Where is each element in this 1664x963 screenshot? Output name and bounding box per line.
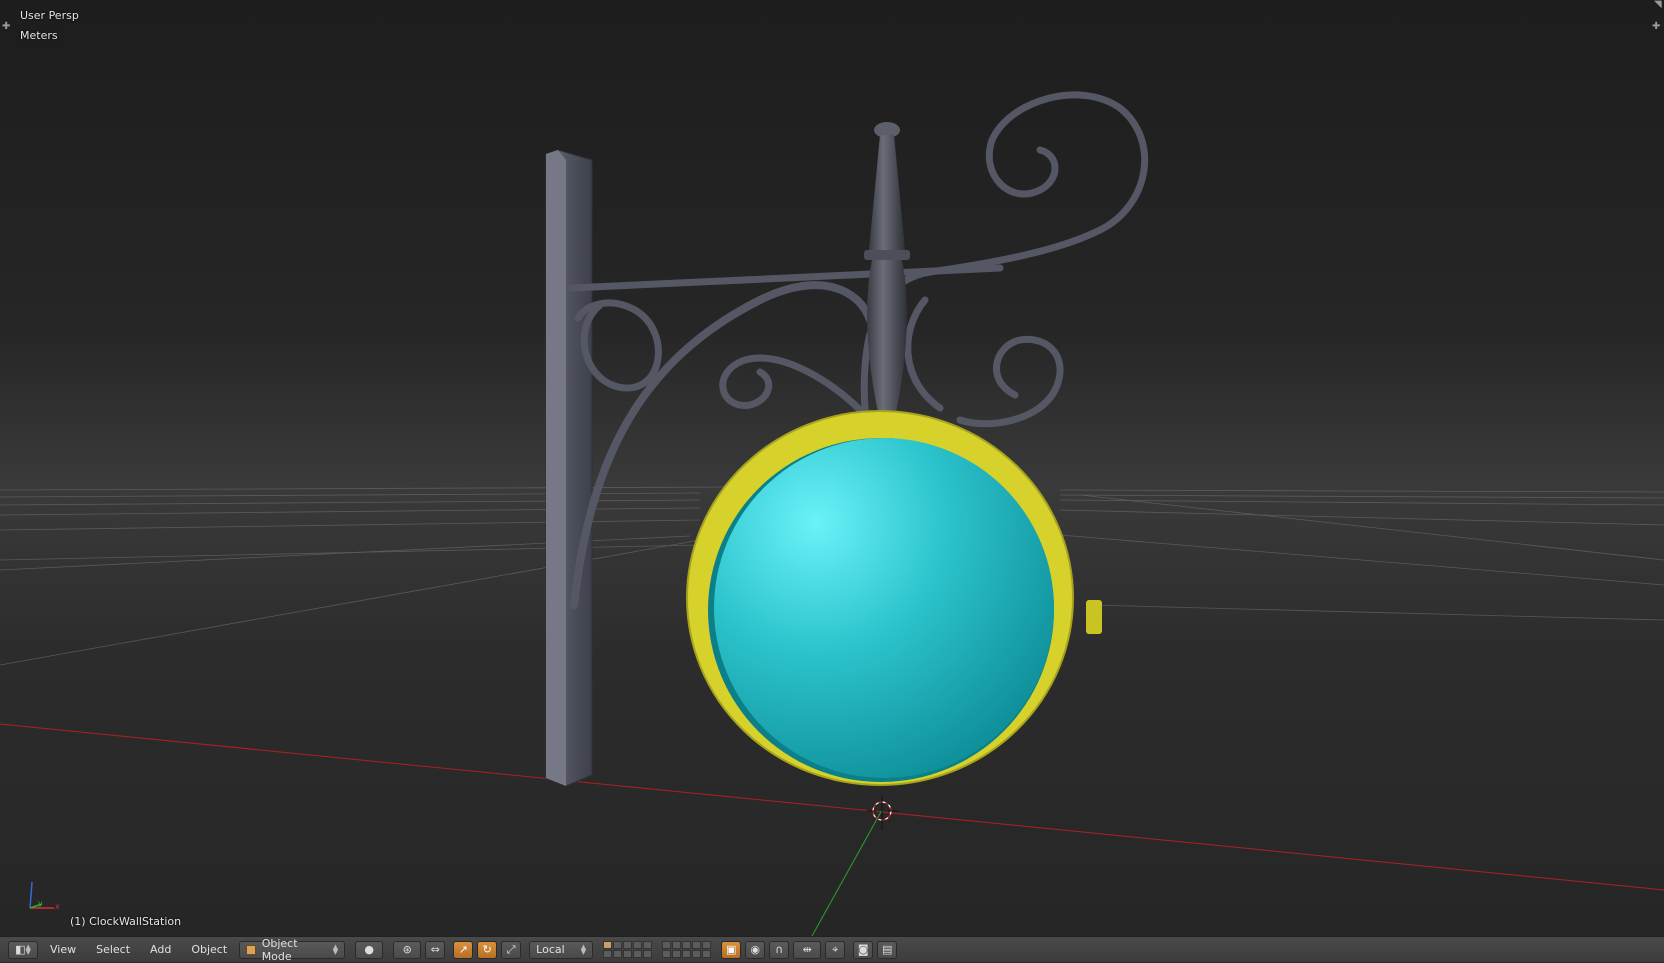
scale-manipulator-button[interactable]: ⤢ [501,940,522,959]
layer-button[interactable] [623,941,633,949]
object-mode-cube-icon [246,944,256,955]
object-menu[interactable]: Object [183,941,235,959]
viewport-shading-button[interactable]: ● [355,940,384,959]
pivot-point-icon: ⊛ [402,943,412,956]
layer-button[interactable] [633,950,643,958]
area-corner-icon[interactable]: ◥ [1654,0,1664,10]
layer-button[interactable] [692,950,702,958]
render-animation-icon: ▤ [881,943,893,956]
rotate-icon: ↻ [482,943,492,956]
finial [864,122,910,412]
active-object-label: (1) ClockWallStation [70,915,182,928]
select-menu[interactable]: Select [88,941,138,959]
layer-buttons-group-2[interactable] [662,941,712,958]
layer-button[interactable] [662,950,672,958]
solid-sphere-icon: ● [364,943,374,956]
render-animation-button[interactable]: ▤ [877,940,898,959]
mode-label: Object Mode [261,936,298,963]
viewport-header: ◧ ▲ ▼ View Select Add Object Object Mode ▲… [0,936,1664,963]
layer-buttons-group-1[interactable] [603,941,653,958]
region-split-handle-icon[interactable]: ✚ [1652,22,1662,32]
view-menu[interactable]: View [42,941,84,959]
y-axis-line [811,809,883,936]
snap-element-icon: ⇹ [802,943,812,956]
snap-toggle-button[interactable]: ∩ [769,940,790,959]
translate-icon: ↗ [458,943,468,956]
pivot-point-button[interactable]: ⊛ [393,940,422,959]
lock-layers-button[interactable]: ▣ [721,940,742,959]
wall-post [545,149,593,787]
transform-orientation-dropdown[interactable]: Local ▲ ▼ [529,940,594,959]
region-split-handle-icon[interactable]: ✚ [2,22,12,32]
snap-element-button[interactable]: ⇹ [793,940,822,959]
orientation-label: Local [536,943,565,956]
rotate-manipulator-button[interactable]: ↻ [477,940,498,959]
layer-button[interactable] [662,941,672,949]
3d-viewport[interactable]: User Persp Meters ✚ ✚ ◥ x y (1) ClockWal… [0,0,1664,936]
translate-manipulator-button[interactable]: ↗ [453,940,474,959]
mode-dropdown[interactable]: Object Mode ▲ ▼ [239,937,346,963]
manipulator-toggle-button[interactable]: ⇔ [425,940,446,959]
3d-cursor-icon [866,795,898,830]
proportional-edit-icon: ◉ [750,943,760,956]
units-label: Meters [20,29,58,42]
layer-button[interactable] [613,941,623,949]
manipulator-toggle-icon: ⇔ [430,943,440,956]
layer-button[interactable] [702,950,712,958]
snap-target-button[interactable]: ⌖ [825,940,846,959]
add-menu[interactable]: Add [142,941,179,959]
layer-button[interactable] [603,941,613,949]
layer-button[interactable] [682,941,692,949]
snap-icon: ∩ [775,943,784,956]
clock [686,410,1102,786]
3d-view-icon: ◧ [15,943,26,956]
axis-y-label: y [38,899,43,908]
layer-button[interactable] [633,941,643,949]
snap-target-icon: ⌖ [832,942,839,956]
layer-button[interactable] [623,950,633,958]
scale-icon: ⤢ [506,942,516,956]
render-icon: ◙ [857,943,869,956]
layer-button[interactable] [672,941,682,949]
editor-type-button[interactable]: ◧ ▲ ▼ [8,940,38,959]
view-name-label: User Persp [20,9,79,22]
axis-x-label: x [55,902,60,911]
axis-gizmo: x y [29,881,60,911]
layer-button[interactable] [682,950,692,958]
layer-button[interactable] [702,941,712,949]
layer-button[interactable] [603,950,613,958]
layer-button[interactable] [692,941,702,949]
proportional-edit-button[interactable]: ◉ [745,940,766,959]
render-button[interactable]: ◙ [853,940,874,959]
lock-icon: ▣ [725,943,737,956]
layer-button[interactable] [643,941,653,949]
layer-button[interactable] [643,950,653,958]
layer-button[interactable] [672,950,682,958]
layer-button[interactable] [613,950,623,958]
scene-render [0,91,1664,936]
